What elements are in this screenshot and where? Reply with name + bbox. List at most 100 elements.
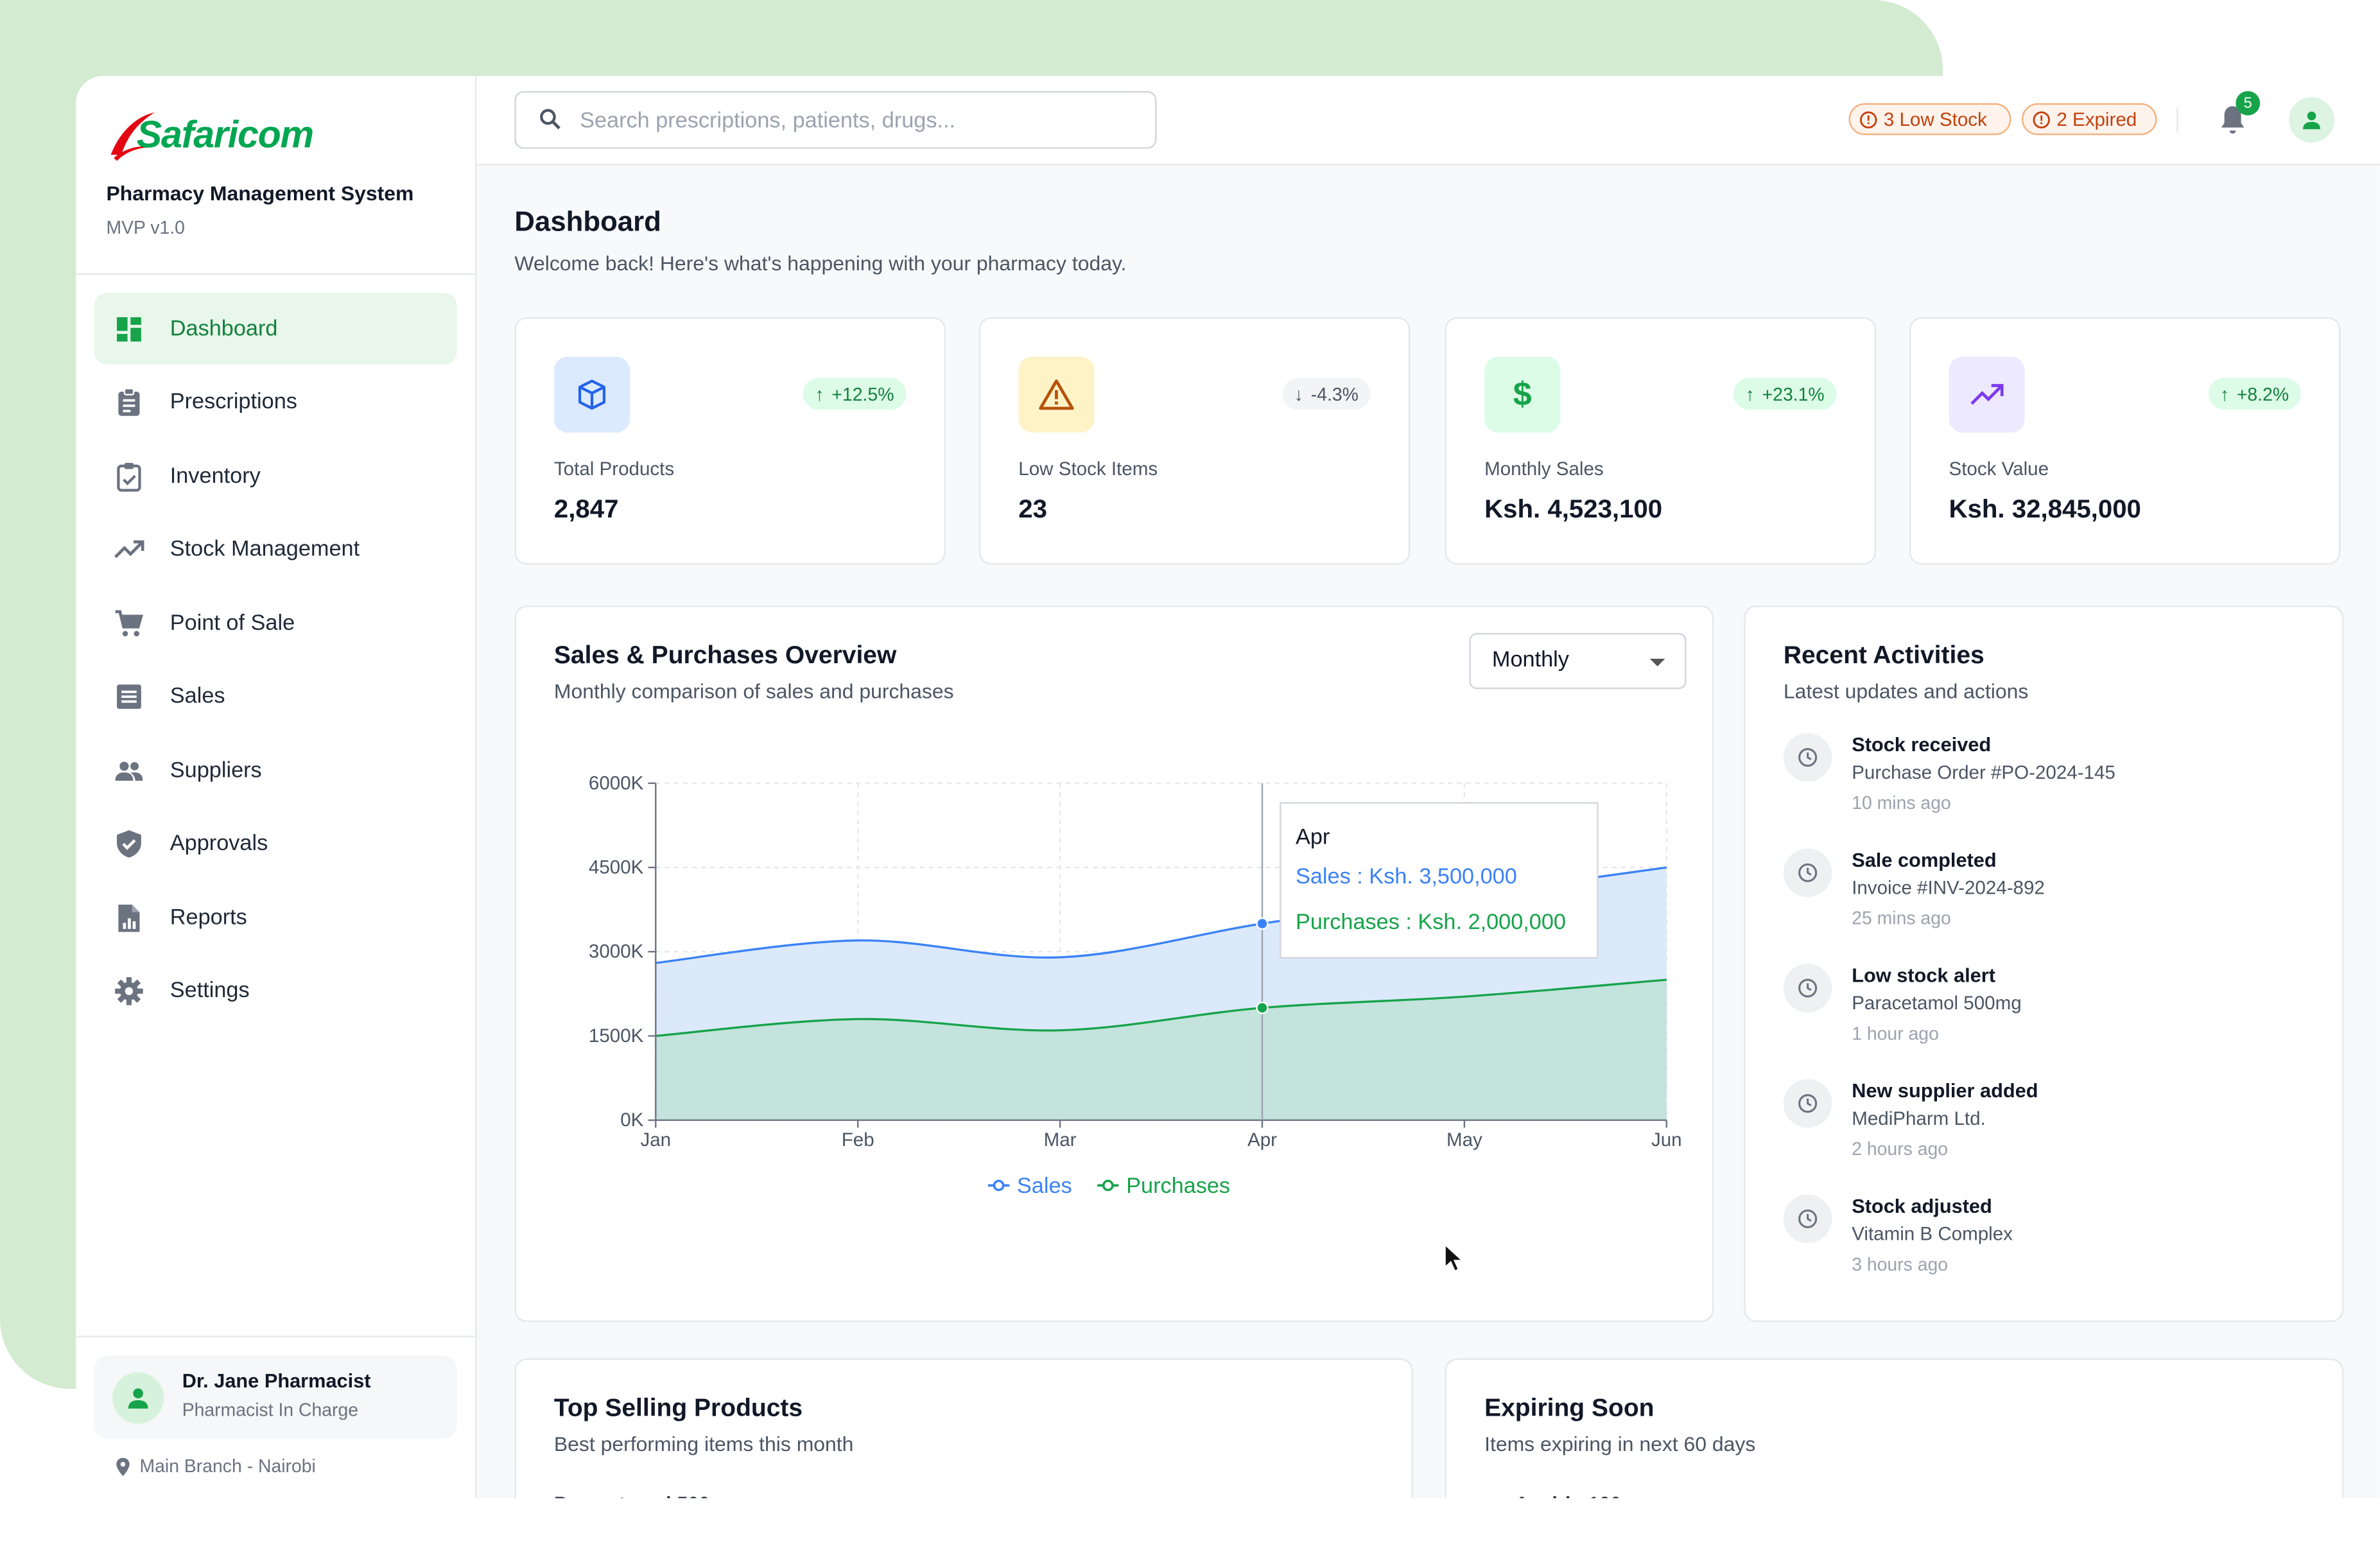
activity-item[interactable]: Low stock alert Paracetamol 500mg 1 hour… xyxy=(1783,964,2284,1070)
activity-item[interactable]: Stock received Purchase Order #PO-2024-1… xyxy=(1783,733,2284,839)
search-icon xyxy=(540,109,560,130)
brand-logo[interactable]: Safaricom xyxy=(106,106,314,164)
x-tick-label: Jun xyxy=(1651,1129,1682,1151)
dollar-icon: $ xyxy=(1484,356,1561,433)
profile-avatar-button[interactable] xyxy=(2289,97,2334,143)
app-window: Safaricom Pharmacy Management System MVP… xyxy=(76,76,2380,1499)
sidebar-item-inventory[interactable]: Inventory xyxy=(94,440,457,512)
activities-title: Recent Activities xyxy=(1783,642,1985,670)
activities-subtitle: Latest updates and actions xyxy=(1783,680,2029,703)
expiring-subtitle: Items expiring in next 60 days xyxy=(1484,1432,1756,1456)
svg-text:$: $ xyxy=(1513,376,1532,413)
top-selling-subtitle: Best performing items this month xyxy=(553,1432,854,1456)
activity-title: Stock received xyxy=(1852,733,1992,756)
change-value: +8.2% xyxy=(2236,383,2289,405)
top-selling-card: Top Selling Products Best performing ite… xyxy=(514,1358,1413,1499)
clipboard-icon xyxy=(114,387,144,417)
sidebar-item-dashboard[interactable]: Dashboard xyxy=(94,293,457,365)
sidebar-divider xyxy=(76,1335,475,1337)
alert-circle-icon xyxy=(2033,110,2050,128)
y-tick-label: 1500K xyxy=(589,1025,644,1047)
sidebar-item-reports[interactable]: Reports xyxy=(94,882,457,953)
activity-title: Stock adjusted xyxy=(1852,1194,1992,1218)
sidebar-item-prescriptions[interactable]: Prescriptions xyxy=(94,367,457,438)
expiring-soon-card: Expiring Soon Items expiring in next 60 … xyxy=(1445,1358,2344,1499)
people-icon xyxy=(114,755,144,785)
activity-detail: MediPharm Ltd. xyxy=(1852,1108,1986,1129)
stat-card-total-products: ↑ +12.5% Total Products 2,847 xyxy=(514,317,946,565)
sidebar-item-suppliers[interactable]: Suppliers xyxy=(94,734,457,806)
expired-badge[interactable]: 2 Expired xyxy=(2021,103,2157,135)
x-tick-label: Feb xyxy=(842,1129,874,1151)
stat-value: 2,847 xyxy=(553,494,619,524)
x-tick-label: May xyxy=(1446,1129,1482,1151)
user-card[interactable]: Dr. Jane Pharmacist Pharmacist In Charge xyxy=(94,1355,457,1439)
sidebar-nav: Dashboard Prescriptions Inventory Stock … xyxy=(94,293,457,1029)
legend-label: Sales xyxy=(1017,1174,1072,1198)
clock-icon xyxy=(1783,1079,1832,1128)
x-tick-label: Apr xyxy=(1247,1129,1277,1151)
change-value: -4.3% xyxy=(1310,383,1359,405)
search-input[interactable] xyxy=(577,103,1145,140)
sidebar-item-approvals[interactable]: Approvals xyxy=(94,808,457,880)
activity-detail: Purchase Order #PO-2024-145 xyxy=(1852,761,2115,783)
activity-item[interactable]: New supplier added MediPharm Ltd. 2 hour… xyxy=(1783,1079,2284,1185)
screenshot-stage: Safaricom Pharmacy Management System MVP… xyxy=(0,0,2380,1545)
activity-title: New supplier added xyxy=(1852,1079,2038,1102)
inventory-icon xyxy=(114,461,144,491)
dashboard-icon xyxy=(114,313,144,343)
top-selling-first-item: Paracetamol 500mg xyxy=(554,1492,740,1498)
search-box xyxy=(514,91,1157,149)
sidebar-item-label: Settings xyxy=(169,978,250,1004)
user-icon xyxy=(2303,111,2320,130)
page-title: Dashboard xyxy=(514,205,661,237)
branch-name: Main Branch - Nairobi xyxy=(139,1455,316,1477)
activity-item[interactable]: Stock adjusted Vitamin B Complex 3 hours… xyxy=(1783,1194,2284,1301)
sidebar-item-point-of-sale[interactable]: Point of Sale xyxy=(94,587,457,659)
low-stock-badge[interactable]: 3 Low Stock xyxy=(1848,103,2011,135)
stat-value: Ksh. 4,523,100 xyxy=(1484,494,1663,524)
clock-icon xyxy=(1783,1194,1832,1244)
clock-icon xyxy=(1783,964,1832,1012)
change-badge: ↑ +8.2% xyxy=(2207,378,2301,410)
trending-up-icon xyxy=(114,534,144,564)
clock-icon xyxy=(1783,848,1832,898)
user-icon xyxy=(128,1388,148,1409)
hover-point xyxy=(1256,1002,1269,1014)
overview-card: Sales & Purchases Overview Monthly compa… xyxy=(514,605,1716,1323)
change-badge: ↓ -4.3% xyxy=(1281,378,1371,410)
sidebar-item-settings[interactable]: Settings xyxy=(94,955,457,1027)
alert-circle-icon xyxy=(1859,110,1877,128)
sidebar-item-stock-management[interactable]: Stock Management xyxy=(94,514,457,585)
stat-label: Total Products xyxy=(553,458,675,480)
y-tick-label: 4500K xyxy=(589,857,644,878)
top-selling-title: Top Selling Products xyxy=(553,1395,803,1423)
main-content: Dashboard Welcome back! Here's what's ha… xyxy=(476,166,2380,1499)
arrow-up-icon: ↑ xyxy=(2219,383,2230,405)
sales-purchases-chart[interactable]: 0K 1500K 3000K 4500K 6000K Jan Feb Mar Apr May Jun… xyxy=(516,607,1716,1245)
report-icon xyxy=(114,902,144,932)
top-header: 3 Low Stock 2 Expired 5 xyxy=(476,76,2380,166)
gear-icon xyxy=(114,976,144,1006)
activity-time: 10 mins ago xyxy=(1852,792,1951,814)
user-role: Pharmacist In Charge xyxy=(182,1399,359,1421)
sidebar-item-sales[interactable]: Sales xyxy=(94,661,457,733)
activity-item[interactable]: Sale completed Invoice #INV-2024-892 25 … xyxy=(1783,848,2284,955)
expired-text: 2 Expired xyxy=(2056,109,2137,130)
legend-marker-dot xyxy=(993,1179,1005,1192)
notification-badge: 5 xyxy=(2236,91,2261,116)
trending-up-icon xyxy=(1949,356,2025,433)
y-tick-label: 3000K xyxy=(589,941,644,962)
change-value: +12.5% xyxy=(831,383,894,405)
activity-detail: Paracetamol 500mg xyxy=(1852,993,2022,1014)
activity-title: Sale completed xyxy=(1852,848,1997,871)
stat-label: Monthly Sales xyxy=(1484,458,1604,480)
mouse-cursor-icon xyxy=(1444,1243,1464,1273)
warning-icon xyxy=(1018,356,1095,433)
activity-time: 1 hour ago xyxy=(1852,1023,1939,1045)
sidebar: Safaricom Pharmacy Management System MVP… xyxy=(76,76,477,1499)
expiring-title: Expiring Soon xyxy=(1484,1395,1655,1423)
legend-label: Purchases xyxy=(1126,1174,1230,1198)
sidebar-item-label: Approvals xyxy=(169,831,268,856)
sidebar-divider xyxy=(76,273,475,275)
